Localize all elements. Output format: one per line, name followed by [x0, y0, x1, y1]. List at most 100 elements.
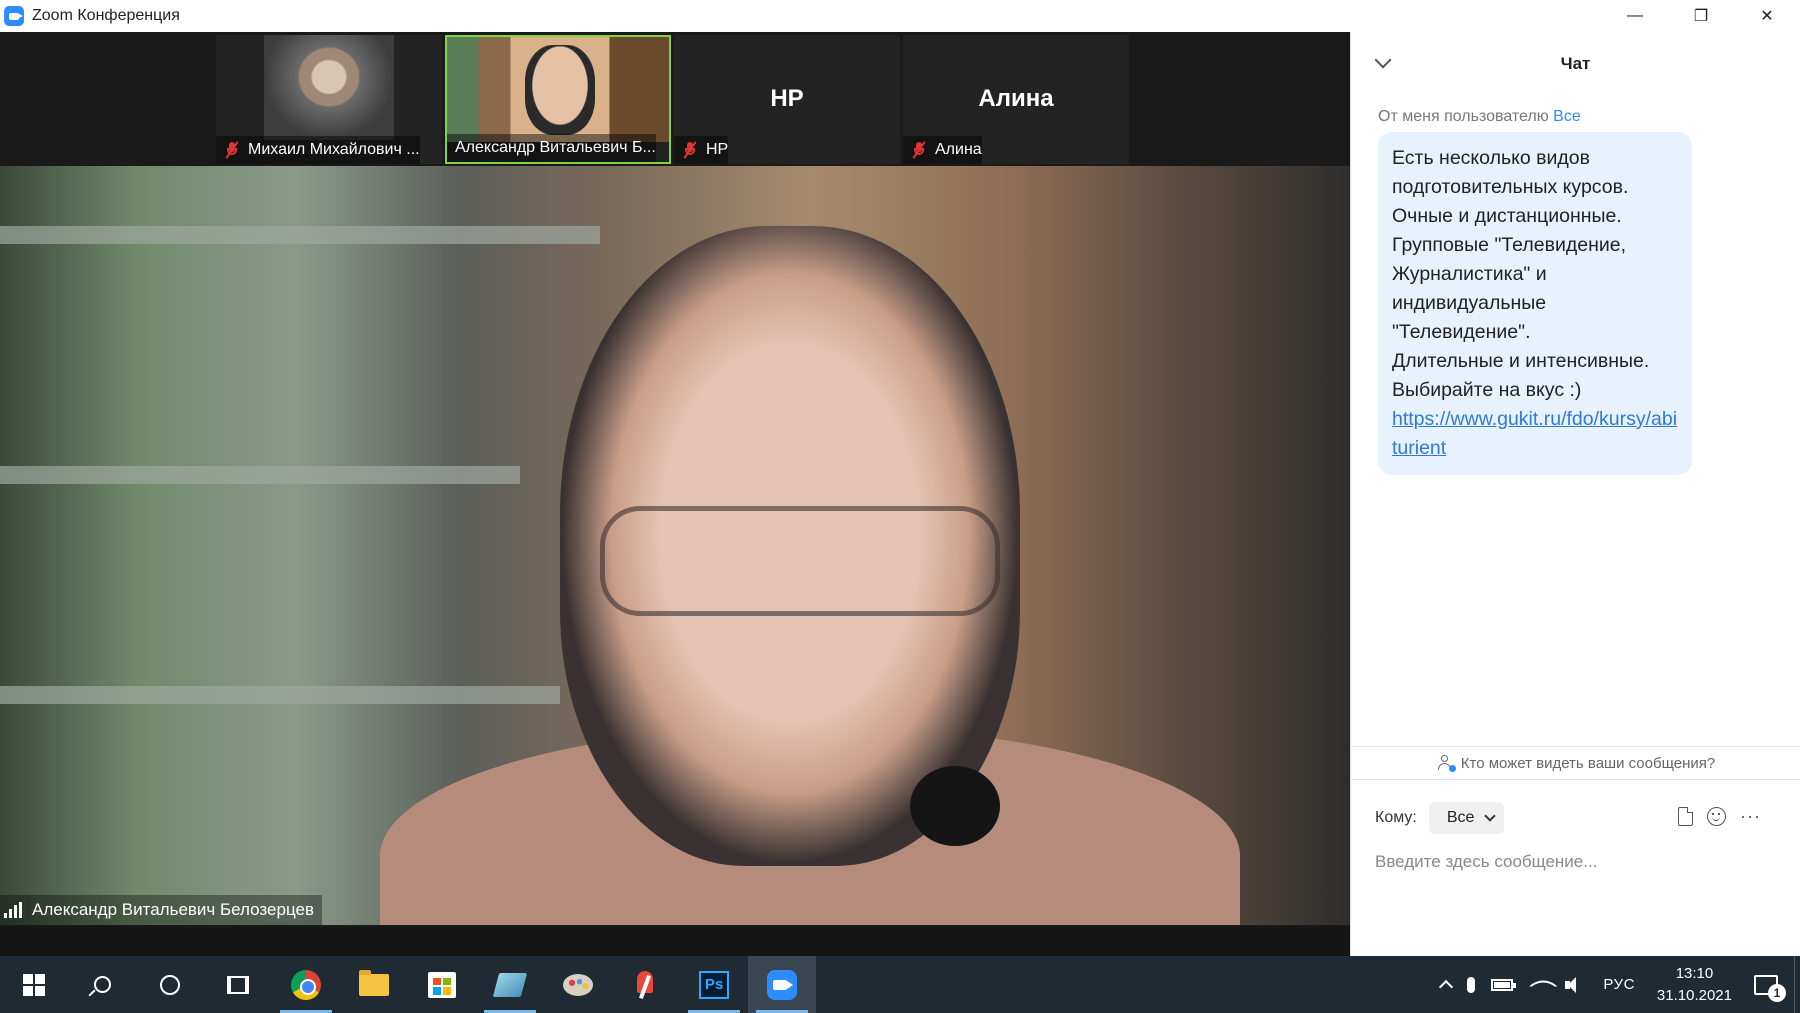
active-speaker-label: Александр Витальевич Белозерцев — [0, 895, 322, 925]
action-center-button[interactable]: 1 — [1746, 956, 1794, 1013]
input-language[interactable]: РУС — [1595, 956, 1643, 1013]
participant-name-3: Алина — [935, 141, 982, 158]
chat-header: Чат — [1351, 32, 1800, 96]
window-title: Zoom Конференция — [32, 7, 180, 24]
title-bar: Zoom Конференция — ❐ ✕ — [0, 0, 1800, 32]
snip-icon — [633, 970, 659, 999]
window-controls: — ❐ ✕ — [1602, 0, 1800, 32]
tray-battery[interactable] — [1483, 956, 1521, 1013]
task-view-button[interactable] — [204, 956, 272, 1013]
file-icon[interactable] — [1678, 807, 1694, 826]
message-meta: От меня пользователю Все — [1378, 108, 1800, 126]
show-hidden-icons-button[interactable] — [1433, 956, 1459, 1013]
participant-thumbnails: Михаил Михайлович ... Александр Витальев… — [0, 32, 1350, 166]
speaker-glasses — [600, 506, 1000, 616]
recipient-selected: Все — [1446, 809, 1475, 826]
participant-initials-2: НР — [770, 85, 804, 112]
muted-mic-icon — [682, 141, 698, 159]
notification-icon: 1 — [1754, 974, 1786, 1002]
taskbar-store[interactable] — [408, 956, 476, 1013]
message-link[interactable]: https://www.gukit.ru/fdo/kursy/abiturien… — [1392, 405, 1678, 463]
windows-taskbar: Ps РУС 13:10 31.10.2021 1 — [0, 956, 1800, 1013]
recipient-label: Кому: — [1375, 809, 1417, 826]
video-area: Михаил Михайлович ... Александр Витальев… — [0, 32, 1350, 925]
taskbar-paint[interactable] — [544, 956, 612, 1013]
close-button[interactable]: ✕ — [1734, 0, 1800, 32]
emoji-icon[interactable] — [1707, 807, 1727, 826]
taskbar-chrome[interactable] — [272, 956, 340, 1013]
windows-icon — [23, 973, 45, 996]
visibility-text: Кто может видеть ваши сообщения? — [1460, 754, 1716, 772]
show-desktop-button[interactable] — [1794, 956, 1800, 1013]
tray-network[interactable] — [1521, 956, 1558, 1013]
book-icon — [492, 972, 528, 997]
tray-volume[interactable] — [1557, 956, 1595, 1013]
active-speaker-name: Александр Витальевич Белозерцев — [32, 900, 314, 919]
participant-video-0 — [264, 35, 394, 140]
message-line: Журналистика" и — [1392, 263, 1547, 285]
active-speaker-video[interactable]: Александр Витальевич Белозерцев — [0, 166, 1350, 925]
folder-icon — [359, 969, 389, 996]
paint-icon — [563, 973, 593, 996]
more-icon[interactable]: ··· — [1740, 806, 1761, 827]
participant-tile-1[interactable]: Александр Витальевич Б... — [445, 35, 671, 164]
participant-name-2: НР — [706, 141, 729, 158]
start-button[interactable] — [0, 956, 68, 1013]
cortana-button[interactable] — [136, 956, 204, 1013]
participant-label-0: Михаил Михайлович ... — [216, 136, 420, 164]
message-line: Есть несколько видов — [1392, 147, 1590, 169]
minimize-button[interactable]: — — [1602, 0, 1668, 32]
taskbar-ebook-reader[interactable] — [476, 956, 544, 1013]
background-shelf — [0, 226, 600, 244]
search-icon — [93, 976, 111, 993]
chevron-down-icon — [1484, 810, 1497, 822]
meeting-controls-bar — [0, 926, 1350, 956]
participant-tile-3[interactable]: Алина Алина — [903, 35, 1129, 164]
message-meta-prefix: От меня пользователю — [1378, 108, 1549, 125]
headset-mic — [910, 766, 1000, 846]
tray-clock[interactable]: 13:10 31.10.2021 — [1643, 963, 1746, 1007]
background-shelf — [0, 466, 520, 484]
connection-signal-icon — [4, 902, 24, 918]
muted-mic-icon — [911, 141, 927, 159]
wifi-icon — [1529, 971, 1558, 1001]
store-icon — [428, 971, 456, 998]
taskbar-file-explorer[interactable] — [340, 956, 408, 1013]
clock-time: 13:10 — [1675, 964, 1714, 982]
taskbar-snipping-tool[interactable] — [612, 956, 680, 1013]
participant-tile-0[interactable]: Михаил Михайлович ... — [216, 35, 442, 164]
restore-button[interactable]: ❐ — [1668, 0, 1734, 32]
microphone-icon — [1467, 976, 1476, 993]
participant-tile-2[interactable]: НР НР — [674, 35, 900, 164]
message-visibility-info[interactable]: Кто может видеть ваши сообщения? — [1351, 746, 1800, 780]
recipient-dropdown[interactable]: Все — [1428, 802, 1505, 834]
participant-name-1: Александр Витальевич Б... — [455, 139, 656, 156]
message-line: подготовительных курсов. — [1392, 176, 1629, 198]
muted-mic-icon — [224, 141, 240, 159]
system-tray: РУС 13:10 31.10.2021 1 — [1433, 956, 1800, 1013]
zoom-icon — [767, 969, 797, 1000]
clock-date: 31.10.2021 — [1656, 986, 1732, 1004]
taskbar-search-button[interactable] — [68, 956, 136, 1013]
message-line: индивидуальные — [1392, 292, 1547, 314]
chevron-down-icon[interactable] — [1374, 51, 1392, 69]
background-shelf — [0, 686, 560, 704]
volume-icon — [1565, 976, 1587, 994]
message-line: Групповые "Телевидение, — [1392, 234, 1626, 256]
participant-name-0: Михаил Михайлович ... — [248, 141, 420, 158]
tray-microphone[interactable] — [1459, 956, 1483, 1013]
chat-panel: Чат От меня пользователю Все Есть нескол… — [1350, 32, 1800, 956]
taskbar-zoom[interactable] — [748, 956, 816, 1013]
chat-tools: ··· — [1678, 806, 1761, 827]
participant-initials-3: Алина — [978, 85, 1054, 112]
message-line: Очные и дистанционные. — [1392, 205, 1622, 227]
message-input[interactable] — [1375, 847, 1775, 877]
participant-video-1 — [447, 37, 669, 142]
recipient-row: Кому: Все ··· — [1375, 802, 1785, 834]
taskbar-photoshop[interactable]: Ps — [680, 956, 748, 1013]
chrome-icon — [291, 969, 321, 1000]
message-line: Длительные и интенсивные. — [1392, 350, 1650, 372]
caret-up-icon — [1439, 979, 1454, 995]
message-recipient[interactable]: Все — [1553, 108, 1581, 125]
participant-label-1: Александр Витальевич Б... — [447, 134, 656, 162]
